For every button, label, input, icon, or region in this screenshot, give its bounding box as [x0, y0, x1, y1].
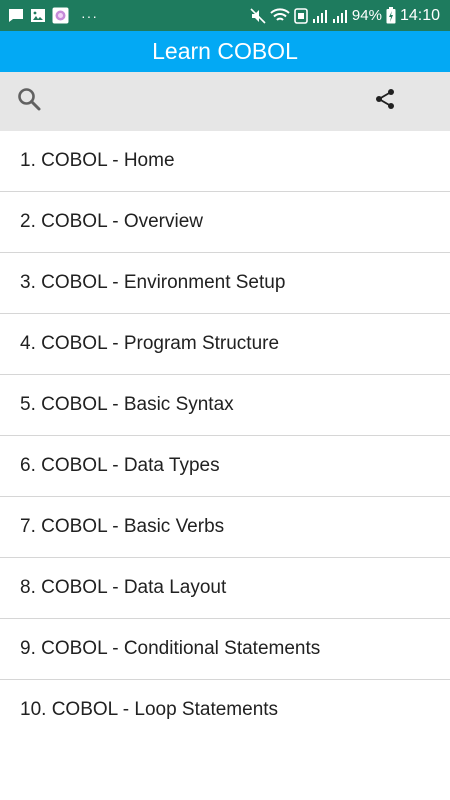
- app-screen: ··· 94% 14:10 Learn COBOL 1. COBOL - Hom…: [0, 0, 450, 800]
- list-item-label: 9. COBOL - Conditional Statements: [20, 638, 321, 659]
- list-item[interactable]: 4. COBOL - Program Structure: [0, 314, 450, 375]
- topic-list: 1. COBOL - Home 2. COBOL - Overview 3. C…: [0, 131, 450, 740]
- list-item-label: 7. COBOL - Basic Verbs: [20, 516, 225, 537]
- list-item-label: 8. COBOL - Data Layout: [20, 577, 227, 598]
- status-left-group: ···: [8, 7, 98, 24]
- list-item[interactable]: 9. COBOL - Conditional Statements: [0, 619, 450, 680]
- clock: 14:10: [399, 6, 440, 24]
- share-button[interactable]: [370, 86, 400, 116]
- list-item[interactable]: 7. COBOL - Basic Verbs: [0, 497, 450, 558]
- app-icon: [52, 7, 69, 24]
- list-item[interactable]: 10. COBOL - Loop Statements: [0, 680, 450, 740]
- status-right-group: 94% 14:10: [250, 7, 440, 25]
- battery-percentage: 94%: [351, 7, 382, 24]
- signal-icon: [312, 8, 328, 24]
- list-item-label: 5. COBOL - Basic Syntax: [20, 394, 234, 415]
- list-item[interactable]: 3. COBOL - Environment Setup: [0, 253, 450, 314]
- list-item-label: 1. COBOL - Home: [20, 150, 175, 171]
- signal-icon: [332, 8, 348, 24]
- list-item[interactable]: 1. COBOL - Home: [0, 131, 450, 192]
- app-title: Learn COBOL: [152, 38, 298, 64]
- battery-charging-icon: [386, 7, 396, 24]
- list-item-label: 3. COBOL - Environment Setup: [20, 272, 286, 293]
- status-bar: ··· 94% 14:10: [0, 0, 450, 31]
- list-item[interactable]: 5. COBOL - Basic Syntax: [0, 375, 450, 436]
- list-item-label: 2. COBOL - Overview: [20, 211, 204, 232]
- overflow-dots: ···: [81, 7, 98, 24]
- message-icon: [8, 8, 24, 23]
- search-icon: [16, 86, 42, 117]
- list-item[interactable]: 8. COBOL - Data Layout: [0, 558, 450, 619]
- mute-icon: [250, 7, 266, 24]
- search-button[interactable]: [14, 86, 44, 116]
- list-item[interactable]: 6. COBOL - Data Types: [0, 436, 450, 497]
- share-icon: [373, 87, 397, 116]
- nfc-icon: [294, 7, 308, 24]
- list-item-label: 6. COBOL - Data Types: [20, 455, 220, 476]
- app-bar: Learn COBOL: [0, 31, 450, 72]
- gallery-icon: [30, 8, 46, 23]
- list-item-label: 4. COBOL - Program Structure: [20, 333, 280, 354]
- toolbar: [0, 72, 450, 131]
- wifi-icon: [270, 7, 290, 24]
- list-item[interactable]: 2. COBOL - Overview: [0, 192, 450, 253]
- list-item-label: 10. COBOL - Loop Statements: [20, 699, 279, 720]
